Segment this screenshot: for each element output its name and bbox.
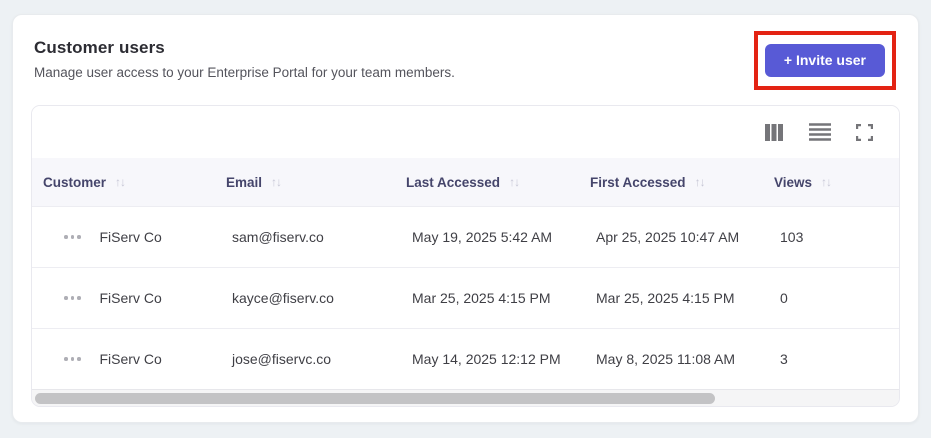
fullscreen-button[interactable] — [854, 122, 875, 143]
customer-cell: FiServ Co — [32, 229, 215, 245]
sort-icon: ↑↓ — [115, 175, 126, 189]
views-value: 0 — [780, 290, 788, 306]
table-row: FiServ Co jose@fiservc.co May 14, 2025 1… — [32, 328, 899, 389]
last-accessed-value: May 14, 2025 12:12 PM — [412, 351, 561, 367]
last-accessed-value: May 19, 2025 5:42 AM — [412, 229, 553, 245]
email-value: kayce@fiserv.co — [232, 290, 334, 306]
scrollbar-thumb[interactable] — [35, 392, 715, 404]
column-header-label: Last Accessed — [406, 174, 501, 190]
card-header-text: Customer users Manage user access to you… — [34, 29, 455, 80]
table-row: FiServ Co sam@fiserv.co May 19, 2025 5:4… — [32, 206, 899, 267]
table-toolbar — [32, 106, 899, 158]
column-header-label: Customer — [43, 174, 107, 190]
customer-cell: FiServ Co — [32, 351, 215, 367]
column-header-label: Views — [774, 174, 813, 190]
email-value: jose@fiservc.co — [232, 351, 332, 367]
column-header-label: First Accessed — [590, 174, 686, 190]
email-value: sam@fiserv.co — [232, 229, 324, 245]
fullscreen-icon — [856, 123, 873, 141]
sort-icon: ↑↓ — [694, 175, 706, 189]
invite-user-button[interactable]: + Invite user — [764, 44, 885, 77]
row-menu-button[interactable] — [64, 292, 81, 304]
page-title: Customer users — [34, 38, 165, 57]
users-table: Customer ↑↓ Email ↑↓ Last Accessed ↑↓ Fi… — [31, 105, 900, 407]
card-header: Customer users Manage user access to you… — [34, 29, 899, 90]
column-header-last-accessed[interactable]: Last Accessed ↑↓ — [395, 175, 579, 190]
sort-icon: ↑↓ — [271, 175, 282, 189]
customer-cell: FiServ Co — [32, 290, 215, 306]
column-header-email[interactable]: Email ↑↓ — [215, 175, 395, 190]
ellipsis-icon — [64, 357, 68, 361]
customer-value: FiServ Co — [99, 229, 162, 245]
density-button[interactable] — [807, 121, 833, 143]
column-header-views[interactable]: Views ↑↓ — [763, 175, 899, 190]
annotation-highlight: + Invite user — [753, 31, 896, 90]
row-menu-button[interactable] — [64, 353, 81, 365]
customer-value: FiServ Co — [99, 351, 162, 367]
customer-users-card: Customer users Manage user access to you… — [12, 14, 919, 423]
columns-button[interactable] — [762, 122, 786, 143]
ellipsis-icon — [64, 296, 68, 300]
horizontal-scrollbar[interactable] — [32, 389, 899, 406]
first-accessed-value: Apr 25, 2025 10:47 AM — [596, 229, 740, 245]
table-row: FiServ Co kayce@fiserv.co Mar 25, 2025 4… — [32, 267, 899, 328]
column-header-customer[interactable]: Customer ↑↓ — [32, 175, 215, 190]
row-menu-button[interactable] — [64, 231, 81, 243]
table-header-row: Customer ↑↓ Email ↑↓ Last Accessed ↑↓ Fi… — [32, 158, 899, 206]
sort-icon: ↑↓ — [509, 175, 520, 189]
first-accessed-value: Mar 25, 2025 4:15 PM — [596, 290, 735, 306]
views-value: 3 — [780, 351, 788, 367]
column-header-first-accessed[interactable]: First Accessed ↑↓ — [579, 175, 763, 190]
sort-icon: ↑↓ — [821, 175, 832, 189]
page-subtitle: Manage user access to your Enterprise Po… — [34, 65, 455, 80]
last-accessed-value: Mar 25, 2025 4:15 PM — [412, 290, 551, 306]
views-value: 103 — [780, 229, 804, 245]
customer-value: FiServ Co — [99, 290, 162, 306]
density-icon — [809, 123, 831, 141]
ellipsis-icon — [64, 235, 68, 239]
column-header-label: Email — [226, 174, 263, 190]
columns-icon — [764, 123, 784, 141]
first-accessed-value: May 8, 2025 11:08 AM — [596, 351, 736, 367]
